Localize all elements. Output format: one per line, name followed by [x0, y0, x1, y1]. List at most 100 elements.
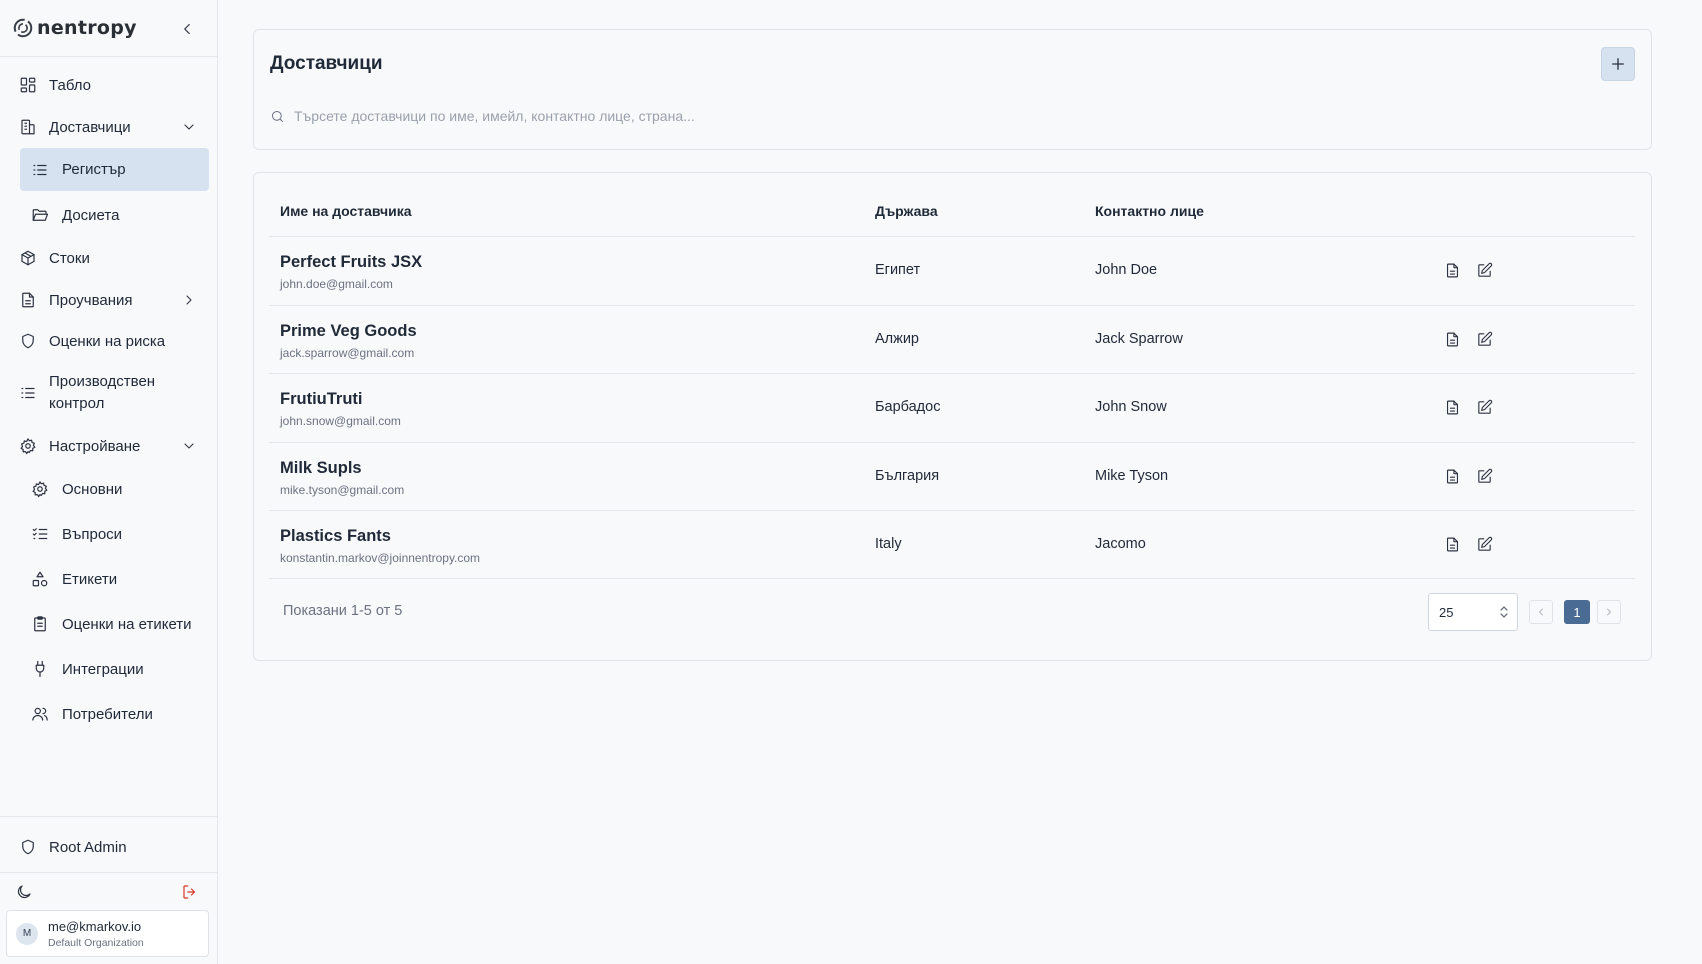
supplier-contact: Mike Tyson [1095, 468, 1169, 484]
list-icon [21, 387, 35, 399]
sidebar-item-label-assessments[interactable]: Оценки на етикети [20, 612, 209, 636]
user-profile-card[interactable]: M me@kmarkov.io Default Organization [6, 910, 209, 957]
view-document-button[interactable] [1442, 534, 1462, 554]
view-document-button[interactable] [1442, 466, 1462, 486]
supplier-email: john.doe@gmail.com [280, 277, 393, 291]
sidebar-item-suppliers[interactable]: Доставчици [8, 115, 209, 139]
table-row[interactable]: FrutiuTruti john.snow@gmail.com Барбадос… [269, 373, 1635, 442]
suppliers-header-card: Доставчици [253, 29, 1652, 150]
prev-page-button[interactable] [1529, 600, 1553, 624]
building-icon [21, 119, 35, 135]
avatar: M [16, 922, 38, 945]
sidebar-item-integrations[interactable]: Интеграции [20, 657, 209, 681]
sidebar-item-general[interactable]: Основни [20, 477, 209, 501]
supplier-country: България [875, 468, 940, 484]
clipboard-list-icon [34, 616, 46, 632]
sidebar-item-dossiers[interactable]: Досиета [20, 203, 209, 227]
theme-toggle-button[interactable] [15, 883, 35, 903]
file-text-icon [22, 292, 34, 308]
sidebar-item-dashboard[interactable]: Табло [8, 73, 209, 97]
supplier-name[interactable]: Perfect Fruits JSX [280, 253, 422, 272]
page-size-select[interactable]: 25 [1428, 593, 1518, 631]
gear-icon [32, 481, 48, 498]
view-document-button[interactable] [1442, 397, 1462, 417]
column-header-name[interactable]: Име на доставчика [280, 203, 412, 219]
file-text-icon [1446, 537, 1458, 551]
supplier-name[interactable]: FrutiuTruti [280, 390, 362, 409]
chevron-left-icon [1539, 608, 1543, 616]
nentropy-logo-icon [13, 18, 33, 38]
sidebar-item-label: Интеграции [62, 660, 144, 678]
gear-icon [20, 438, 36, 455]
supplier-contact: John Doe [1095, 262, 1158, 278]
search-input[interactable] [294, 108, 1594, 124]
next-page-button[interactable] [1597, 600, 1621, 624]
brand-name: nentropy [37, 17, 137, 39]
supplier-name[interactable]: Milk Supls [280, 459, 362, 478]
sidebar-item-risk-assessments[interactable]: Оценки на риска [8, 329, 209, 353]
sidebar-item-questions[interactable]: Въпроси [20, 522, 209, 546]
sidebar-item-label: Оценки на риска [49, 332, 166, 350]
edit-button[interactable] [1474, 534, 1494, 554]
table-row[interactable]: Prime Veg Goods jack.sparrow@gmail.com А… [269, 305, 1635, 374]
sidebar-item-label: Проучвания [49, 291, 133, 309]
sidebar-item-label: Етикети [62, 570, 118, 588]
sidebar-item-label: Досиета [62, 206, 120, 224]
add-supplier-button[interactable] [1601, 47, 1635, 81]
user-organization: Default Organization [48, 936, 144, 949]
sidebar-item-label: Основни [62, 480, 123, 498]
chevron-right-icon [1607, 608, 1611, 616]
page-title: Доставчици [270, 53, 383, 74]
supplier-name[interactable]: Plastics Fants [280, 527, 391, 546]
logout-button[interactable] [181, 883, 201, 903]
page-number-current[interactable]: 1 [1564, 600, 1590, 624]
file-text-icon [1446, 400, 1458, 414]
edit-button[interactable] [1474, 397, 1494, 417]
column-header-contact[interactable]: Контактно лице [1095, 203, 1204, 219]
supplier-country: Египет [875, 262, 921, 278]
plug-icon [35, 660, 45, 678]
shapes-icon [32, 571, 48, 587]
sidebar-item-labels[interactable]: Етикети [20, 567, 209, 591]
edit-icon [1477, 331, 1492, 346]
edit-button[interactable] [1474, 466, 1494, 486]
sidebar-item-goods[interactable]: Стоки [8, 246, 209, 270]
sidebar-divider [0, 816, 218, 817]
sidebar-item-users[interactable]: Потребители [20, 702, 209, 726]
sidebar-item-production-control[interactable]: Производствен контрол [8, 371, 209, 415]
user-email: me@kmarkov.io [48, 918, 142, 934]
table-row[interactable]: Perfect Fruits JSX john.doe@gmail.com Ег… [269, 236, 1635, 305]
table-row[interactable]: Milk Supls mike.tyson@gmail.com България… [269, 442, 1635, 511]
supplier-contact: Jack Sparrow [1095, 331, 1183, 347]
edit-button[interactable] [1474, 260, 1494, 280]
view-document-button[interactable] [1442, 260, 1462, 280]
search-icon [272, 110, 283, 122]
sidebar-item-label: Доставчици [49, 118, 131, 136]
view-document-button[interactable] [1442, 329, 1462, 349]
sidebar-item-settings[interactable]: Настройване [8, 434, 209, 458]
collapse-sidebar-button[interactable] [176, 18, 198, 40]
search-bar[interactable] [270, 98, 1635, 134]
supplier-email: jack.sparrow@gmail.com [280, 346, 415, 360]
sidebar: nentropy Табло Доставчици Регистър Досие… [0, 0, 218, 964]
edit-button[interactable] [1474, 329, 1494, 349]
sidebar-item-register[interactable]: Регистър [20, 148, 209, 191]
plus-icon [1612, 58, 1624, 70]
pagination-info: Показани 1-5 от 5 [283, 603, 403, 619]
sidebar-item-label: Производствен контрол [49, 373, 156, 412]
chevron-left-icon [184, 23, 190, 35]
edit-icon [1477, 536, 1492, 551]
root-admin-item[interactable]: Root Admin [8, 835, 209, 859]
sidebar-item-surveys[interactable]: Проучвания [8, 288, 209, 312]
supplier-name[interactable]: Prime Veg Goods [280, 322, 417, 341]
sidebar-item-label: Настройване [49, 437, 141, 455]
sidebar-item-label: Оценки на етикети [62, 615, 192, 633]
supplier-country: Italy [875, 536, 902, 552]
column-header-country[interactable]: Държава [875, 203, 938, 219]
supplier-email: john.snow@gmail.com [280, 414, 401, 428]
shield-icon [22, 333, 34, 349]
table-row[interactable]: Plastics Fants konstantin.markov@joinnen… [269, 510, 1635, 579]
brand[interactable]: nentropy [12, 14, 137, 42]
edit-icon [1477, 468, 1492, 483]
package-icon [21, 250, 35, 266]
